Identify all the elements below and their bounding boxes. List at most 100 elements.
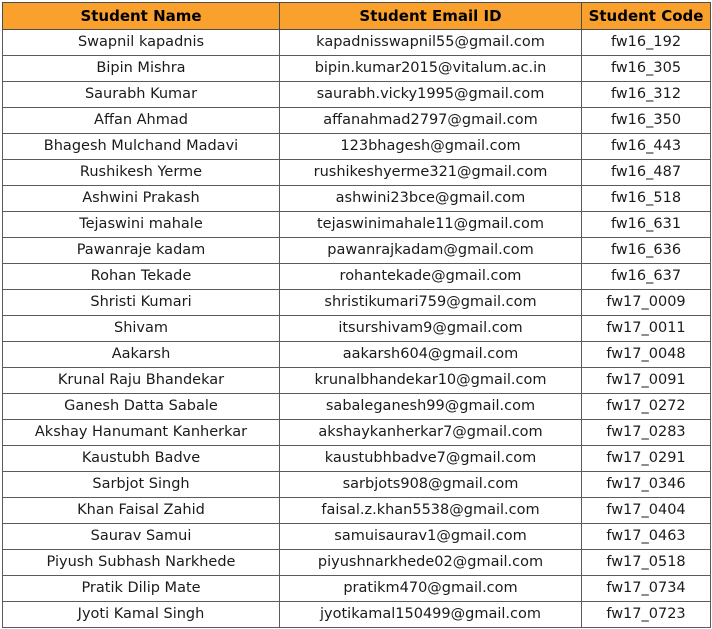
table-row: Piyush Subhash Narkhede piyushnarkhede02@… (2, 549, 711, 576)
cell-student-email[interactable]: aakarsh604@gmail.com (279, 341, 582, 368)
cell-student-name[interactable]: Shivam (2, 315, 280, 342)
cell-student-code[interactable]: fw17_0723 (581, 601, 711, 628)
cell-student-name[interactable]: Kaustubh Badve (2, 445, 280, 472)
cell-student-email[interactable]: sarbjots908@gmail.com (279, 471, 582, 498)
table-row: Bhagesh Mulchand Madavi 123bhagesh@gmail.… (2, 133, 711, 160)
cell-student-name[interactable]: Pratik Dilip Mate (2, 575, 280, 602)
table-row: Aakarsh aakarsh604@gmail.com fw17_0048 (2, 341, 711, 368)
header-student-name[interactable]: Student Name (2, 2, 280, 30)
cell-student-code[interactable]: fw17_0346 (581, 471, 711, 498)
cell-student-code[interactable]: fw17_0734 (581, 575, 711, 602)
table-row: Ashwini Prakash ashwini23bce@gmail.com fw1… (2, 185, 711, 212)
table-row: Pawanraje kadam pawanrajkadam@gmail.com fw… (2, 237, 711, 264)
spreadsheet: Student Name Student Email ID Student Co… (0, 0, 712, 629)
table-row: Ganesh Datta Sabale sabaleganesh99@gmail.… (2, 393, 711, 420)
cell-student-email[interactable]: sabaleganesh99@gmail.com (279, 393, 582, 420)
cell-student-email[interactable]: kapadnisswapnil55@gmail.com (279, 29, 582, 56)
header-row: Student Name Student Email ID Student Co… (2, 2, 711, 30)
cell-student-email[interactable]: itsurshivam9@gmail.com (279, 315, 582, 342)
cell-student-code[interactable]: fw17_0404 (581, 497, 711, 524)
cell-student-code[interactable]: fw16_192 (581, 29, 711, 56)
header-student-code[interactable]: Student Code (581, 2, 711, 30)
cell-student-code[interactable]: fw17_0011 (581, 315, 711, 342)
table-row: Affan Ahmad affanahmad2797@gmail.com fw16_… (2, 107, 711, 134)
table-row: Jyoti Kamal Singh jyotikamal150499@gmail.… (2, 601, 711, 628)
table-row: Pratik Dilip Mate pratikm470@gmail.com fw1… (2, 575, 711, 602)
cell-student-code[interactable]: fw16_518 (581, 185, 711, 212)
cell-student-name[interactable]: Krunal Raju Bhandekar (2, 367, 280, 394)
cell-student-name[interactable]: Akshay Hanumant Kanherkar (2, 419, 280, 446)
cell-student-email[interactable]: pratikm470@gmail.com (279, 575, 582, 602)
cell-student-email[interactable]: akshaykanherkar7@gmail.com (279, 419, 582, 446)
cell-student-email[interactable]: samuisaurav1@gmail.com (279, 523, 582, 550)
table-header: Student Name Student Email ID Student Co… (2, 2, 711, 30)
cell-student-email[interactable]: ashwini23bce@gmail.com (279, 185, 582, 212)
cell-student-name[interactable]: Sarbjot Singh (2, 471, 280, 498)
cell-student-name[interactable]: Swapnil kapadnis (2, 29, 280, 56)
table-row: Saurabh Kumar saurabh.vicky1995@gmail.com… (2, 81, 711, 108)
cell-student-email[interactable]: pawanrajkadam@gmail.com (279, 237, 582, 264)
cell-student-name[interactable]: Pawanraje kadam (2, 237, 280, 264)
cell-student-code[interactable]: fw16_350 (581, 107, 711, 134)
table-row: Tejaswini mahale tejaswinimahale11@gmail.… (2, 211, 711, 238)
cell-student-email[interactable]: faisal.z.khan5538@gmail.com (279, 497, 582, 524)
cell-student-code[interactable]: fw17_0518 (581, 549, 711, 576)
table-row: Kaustubh Badve kaustubhbadve7@gmail.com fw… (2, 445, 711, 472)
cell-student-email[interactable]: rushikeshyerme321@gmail.com (279, 159, 582, 186)
cell-student-name[interactable]: Bipin Mishra (2, 55, 280, 82)
header-student-email[interactable]: Student Email ID (279, 2, 582, 30)
cell-student-code[interactable]: fw16_312 (581, 81, 711, 108)
cell-student-email[interactable]: 123bhagesh@gmail.com (279, 133, 582, 160)
cell-student-email[interactable]: krunalbhandekar10@gmail.com (279, 367, 582, 394)
cell-student-email[interactable]: affanahmad2797@gmail.com (279, 107, 582, 134)
cell-student-name[interactable]: Piyush Subhash Narkhede (2, 549, 280, 576)
cell-student-name[interactable]: Saurabh Kumar (2, 81, 280, 108)
student-table: Student Name Student Email ID Student Co… (2, 2, 711, 628)
cell-student-name[interactable]: Shristi Kumari (2, 289, 280, 316)
cell-student-email[interactable]: kaustubhbadve7@gmail.com (279, 445, 582, 472)
table-row: Shristi Kumari shristikumari759@gmail.com… (2, 289, 711, 316)
cell-student-name[interactable]: Tejaswini mahale (2, 211, 280, 238)
cell-student-email[interactable]: bipin.kumar2015@vitalum.ac.in (279, 55, 582, 82)
cell-student-name[interactable]: Affan Ahmad (2, 107, 280, 134)
cell-student-name[interactable]: Ashwini Prakash (2, 185, 280, 212)
table-row: Rushikesh Yerme rushikeshyerme321@gmail.c… (2, 159, 711, 186)
cell-student-code[interactable]: fw16_305 (581, 55, 711, 82)
table-row: Akshay Hanumant Kanherkar akshaykanherkar… (2, 419, 711, 446)
table-row: Swapnil kapadnis kapadnisswapnil55@gmail.… (2, 29, 711, 56)
cell-student-email[interactable]: jyotikamal150499@gmail.com (279, 601, 582, 628)
cell-student-code[interactable]: fw17_0091 (581, 367, 711, 394)
table-body: Swapnil kapadnis kapadnisswapnil55@gmail.… (2, 29, 711, 628)
table-row: Saurav Samui samuisaurav1@gmail.com fw17_0… (2, 523, 711, 550)
cell-student-code[interactable]: fw17_0283 (581, 419, 711, 446)
cell-student-code[interactable]: fw17_0048 (581, 341, 711, 368)
cell-student-email[interactable]: piyushnarkhede02@gmail.com (279, 549, 582, 576)
cell-student-code[interactable]: fw17_0272 (581, 393, 711, 420)
cell-student-code[interactable]: fw16_637 (581, 263, 711, 290)
cell-student-name[interactable]: Ganesh Datta Sabale (2, 393, 280, 420)
cell-student-name[interactable]: Jyoti Kamal Singh (2, 601, 280, 628)
table-row: Rohan Tekade rohantekade@gmail.com fw16_63… (2, 263, 711, 290)
cell-student-email[interactable]: tejaswinimahale11@gmail.com (279, 211, 582, 238)
cell-student-code[interactable]: fw16_631 (581, 211, 711, 238)
cell-student-code[interactable]: fw17_0291 (581, 445, 711, 472)
cell-student-name[interactable]: Bhagesh Mulchand Madavi (2, 133, 280, 160)
table-row: Shivam itsurshivam9@gmail.com fw17_0011 (2, 315, 711, 342)
cell-student-code[interactable]: fw16_443 (581, 133, 711, 160)
table-row: Bipin Mishra bipin.kumar2015@vitalum.ac.i… (2, 55, 711, 82)
cell-student-name[interactable]: Saurav Samui (2, 523, 280, 550)
cell-student-email[interactable]: rohantekade@gmail.com (279, 263, 582, 290)
cell-student-code[interactable]: fw16_487 (581, 159, 711, 186)
cell-student-email[interactable]: saurabh.vicky1995@gmail.com (279, 81, 582, 108)
cell-student-code[interactable]: fw17_0009 (581, 289, 711, 316)
cell-student-email[interactable]: shristikumari759@gmail.com (279, 289, 582, 316)
cell-student-code[interactable]: fw16_636 (581, 237, 711, 264)
table-row: Sarbjot Singh sarbjots908@gmail.com fw17_0… (2, 471, 711, 498)
cell-student-name[interactable]: Khan Faisal Zahid (2, 497, 280, 524)
table-row: Krunal Raju Bhandekar krunalbhandekar10@g… (2, 367, 711, 394)
cell-student-name[interactable]: Rohan Tekade (2, 263, 280, 290)
table-row: Khan Faisal Zahid faisal.z.khan5538@gmail… (2, 497, 711, 524)
cell-student-name[interactable]: Rushikesh Yerme (2, 159, 280, 186)
cell-student-name[interactable]: Aakarsh (2, 341, 280, 368)
cell-student-code[interactable]: fw17_0463 (581, 523, 711, 550)
